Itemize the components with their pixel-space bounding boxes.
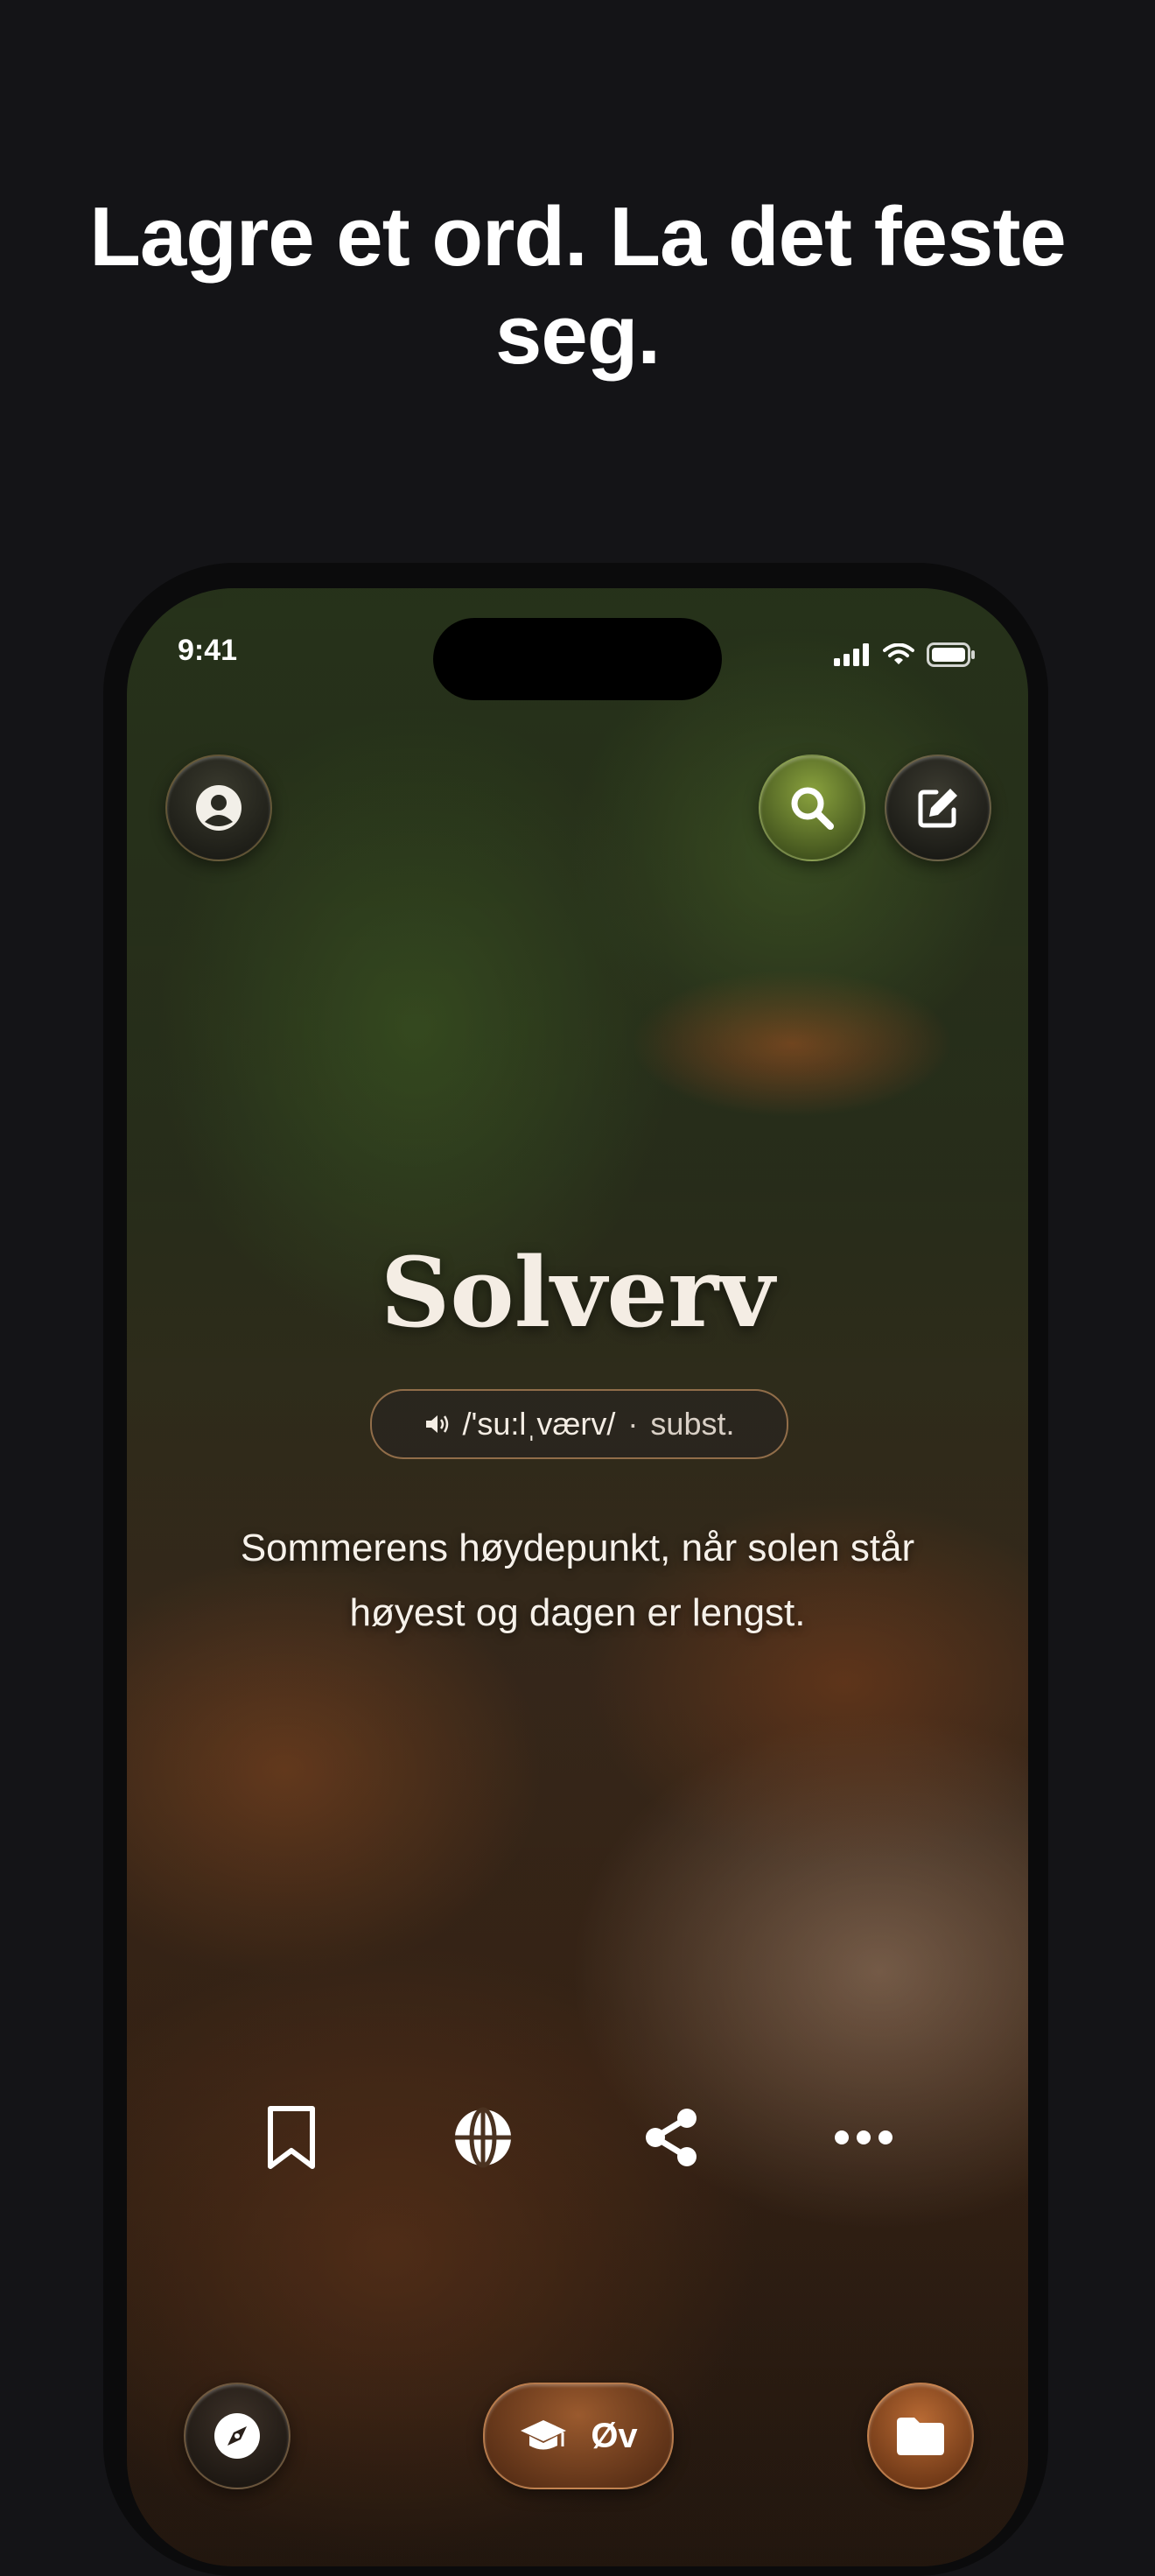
status-time: 9:41 (178, 634, 238, 667)
compass-icon (214, 2413, 260, 2459)
signal-icon (834, 643, 869, 666)
profile-button[interactable] (165, 755, 272, 861)
translate-button[interactable] (439, 2094, 527, 2181)
separator: · (627, 1406, 639, 1442)
wifi-icon (883, 643, 914, 664)
share-icon (646, 2109, 696, 2166)
search-button[interactable] (759, 755, 865, 861)
bookmark-button[interactable] (248, 2094, 335, 2181)
pronunciation-pill[interactable]: /'su:lˌværv/ · subst. (370, 1389, 788, 1459)
word-title: Solverv (380, 1236, 775, 1349)
action-bar (127, 2094, 1028, 2181)
headline: Lagre et ord. La det feste seg. (89, 190, 1067, 382)
battery-icon (927, 642, 975, 667)
pronunciation: /'su:lˌværv/ (462, 1406, 616, 1442)
speaker-icon (425, 1415, 448, 1433)
app-screen: 9:41 Solverv /'su:lˌværv/ · subst. Somme… (127, 588, 1028, 2566)
more-button[interactable] (820, 2094, 907, 2181)
edit-button[interactable] (885, 755, 991, 861)
folder-button[interactable] (867, 2383, 974, 2489)
dynamic-island (433, 618, 722, 700)
globe-icon (455, 2107, 511, 2168)
discover-button[interactable] (184, 2383, 290, 2489)
person-circle-icon (196, 785, 242, 831)
more-icon (835, 2130, 892, 2144)
share-button[interactable] (627, 2094, 715, 2181)
status-icons (834, 642, 976, 667)
practice-button[interactable]: Øv (483, 2383, 674, 2489)
edit-icon (918, 789, 957, 828)
bookmark-icon (268, 2106, 315, 2169)
definition: Sommerens høydepunkt, når solen står høy… (240, 1527, 915, 1634)
part-of-speech: subst. (650, 1406, 735, 1442)
folder-icon (897, 2418, 944, 2455)
search-icon (791, 787, 834, 830)
practice-label: Øv (591, 2416, 638, 2455)
graduation-cap-icon (521, 2420, 567, 2450)
